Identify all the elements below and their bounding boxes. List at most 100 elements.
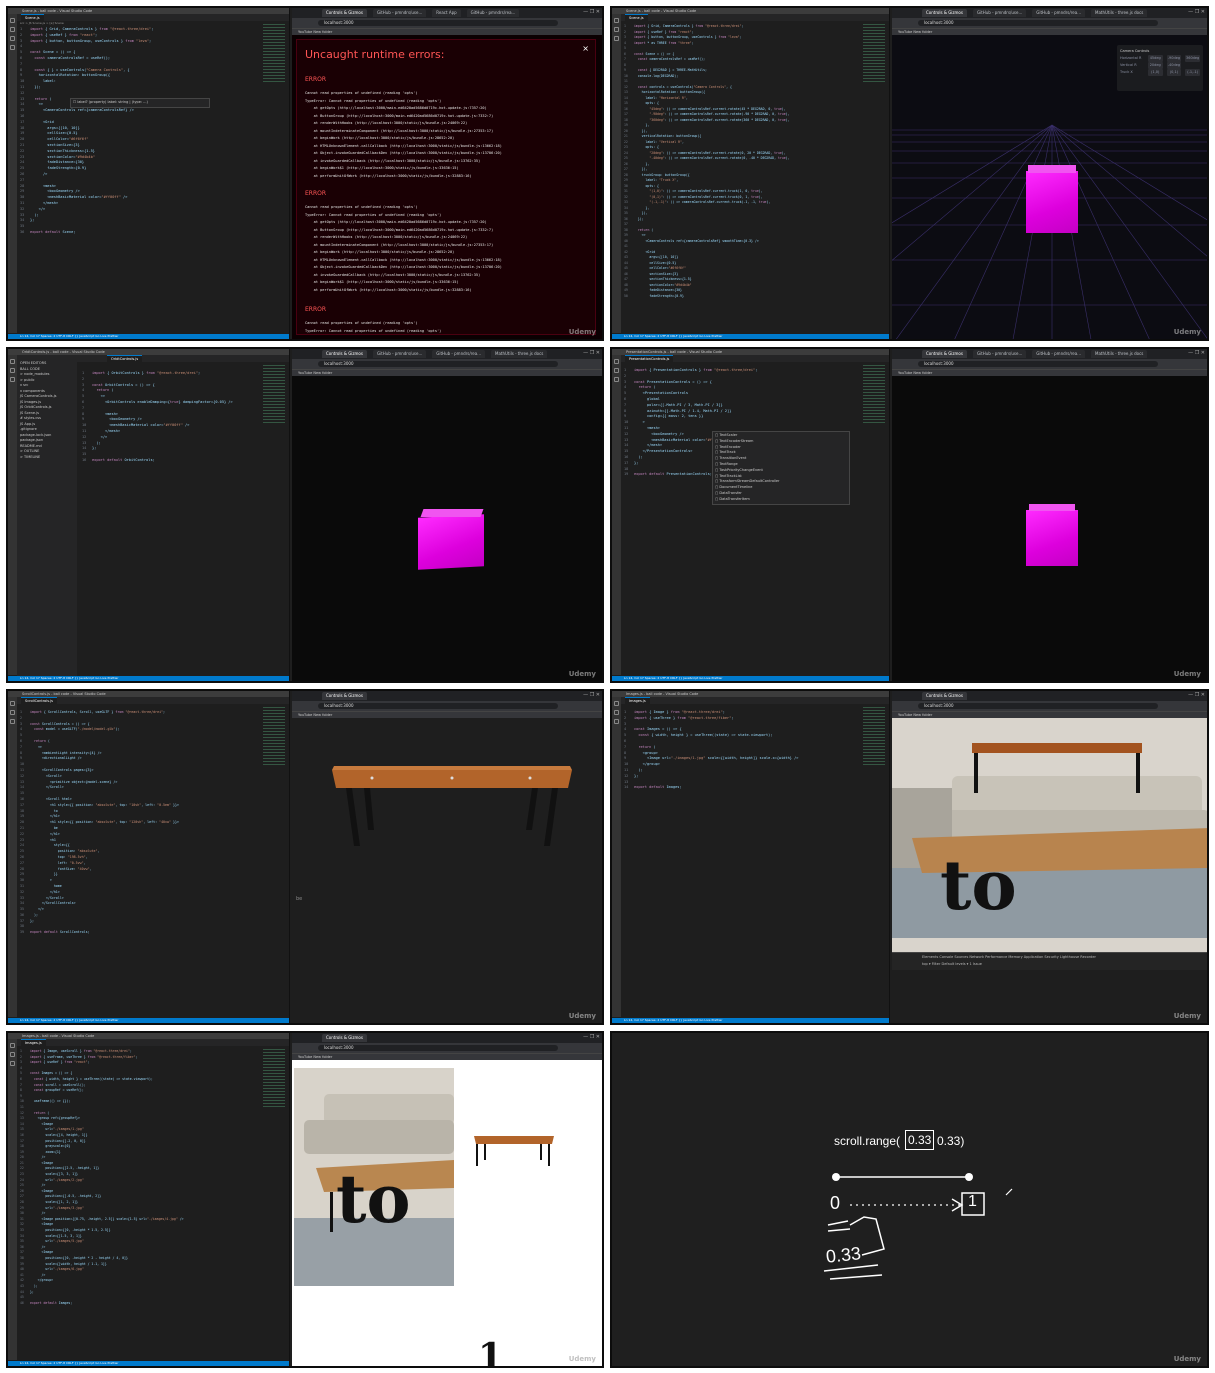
source-control-icon[interactable] <box>614 36 619 41</box>
source-control-icon[interactable] <box>10 1061 15 1066</box>
browser-tab[interactable]: Controls & Gizmos <box>322 692 367 700</box>
devtools-tabs[interactable]: Elements Console Sources Network Perform… <box>922 955 1177 959</box>
leva-button[interactable]: (1,0) <box>1147 69 1163 76</box>
bookmarks-bar[interactable]: YouTube New folder <box>292 28 602 35</box>
code-line[interactable]: 36 export default Scene; <box>20 230 259 236</box>
window-controls[interactable]: — ❐ ✕ <box>583 9 600 15</box>
code-line[interactable]: 46 export default Images; <box>20 1301 259 1307</box>
explorer-icon[interactable] <box>10 701 15 706</box>
window-controls[interactable]: — ❐ ✕ <box>1188 692 1205 698</box>
browser-tab[interactable]: MathUtils - three.js docs <box>491 350 548 358</box>
minimap[interactable] <box>863 365 885 425</box>
url-field[interactable]: localhost:3000 <box>318 361 558 367</box>
autocomplete-list[interactable]: ▢ TextScaler ▢ TextEncoderStream ▢ TextEnc… <box>712 431 850 505</box>
bookmarks-bar[interactable]: YouTube New folder <box>892 28 1207 35</box>
window-controls[interactable]: — ❐ ✕ <box>1188 9 1205 15</box>
tab-images-js[interactable]: Images.js <box>625 697 650 704</box>
browser-tab[interactable]: GitHub - pmndrs/rea... <box>1032 350 1085 358</box>
window-controls[interactable]: — ❐ ✕ <box>583 1034 600 1040</box>
code-editor[interactable]: 1 import { Grid, CameraControls } from "@… <box>624 24 859 299</box>
leva-button[interactable]: 45deg <box>1147 55 1163 62</box>
bookmarks-bar[interactable]: YouTube New folder <box>292 711 602 718</box>
url-field[interactable]: localhost:3000 <box>318 1045 558 1051</box>
browser-tab[interactable]: MathUtils - three.js docs <box>1091 350 1148 358</box>
suggestion-item[interactable]: ▢ DataTransferItem <box>715 497 847 503</box>
browser-tab[interactable]: Controls & Gizmos <box>922 692 967 700</box>
tab-scene-js[interactable]: Scene.js <box>625 14 648 21</box>
leva-button[interactable]: 20deg <box>1147 62 1163 69</box>
explorer-icon[interactable] <box>10 18 15 23</box>
leva-button[interactable]: -40deg <box>1166 62 1182 69</box>
source-control-icon[interactable] <box>10 719 15 724</box>
browser-tab[interactable]: React App <box>432 9 461 17</box>
minimap[interactable] <box>263 24 285 84</box>
browser-tab[interactable]: Controls & Gizmos <box>922 350 967 358</box>
browser-tab[interactable]: GitHub - pmndrs/rea... <box>432 350 485 358</box>
browser-tab[interactable]: GitHub - pmndrs/use... <box>972 9 1027 17</box>
minimap[interactable] <box>263 365 285 425</box>
browser-tab[interactable]: GitHub - pmndrs/use... <box>372 350 427 358</box>
url-field[interactable]: localhost:3000 <box>318 20 558 26</box>
source-control-icon[interactable] <box>614 377 619 382</box>
bookmarks-bar[interactable]: YouTube New folder <box>292 1053 602 1060</box>
explorer-icon[interactable] <box>614 359 619 364</box>
code-line[interactable]: 6 <OrbitControls enableDamping={true} da… <box>82 400 259 406</box>
browser-tab[interactable]: Controls & Gizmos <box>322 350 367 358</box>
three-canvas[interactable]: to 1 Udemy <box>292 1060 602 1366</box>
window-controls[interactable]: — ❐ ✕ <box>583 692 600 698</box>
code-line[interactable]: 16 export default OrbitControls; <box>82 458 259 464</box>
search-icon[interactable] <box>614 368 619 373</box>
minimap[interactable] <box>863 707 885 767</box>
three-canvas[interactable]: Udemy <box>292 376 602 681</box>
browser-tab[interactable]: GitHub - pmndrs/use... <box>372 9 427 17</box>
three-canvas[interactable]: be Udemy <box>292 718 602 1023</box>
tab-scroll-controls[interactable]: ScrollControls.js <box>21 697 57 704</box>
explorer-icon[interactable] <box>614 701 619 706</box>
bookmarks-bar[interactable]: YouTube New folder <box>892 711 1207 718</box>
code-editor[interactable]: 1 import { Grid, CameraControls } from "@… <box>20 27 259 236</box>
three-canvas[interactable]: to Elements Console Sources Network Perf… <box>892 718 1207 1023</box>
explorer-icon[interactable] <box>614 18 619 23</box>
devtools-filter[interactable]: top ▾ Filter Default levels ▾ 1 Issue <box>922 962 1177 966</box>
leva-button[interactable]: 360deg <box>1185 55 1200 62</box>
window-controls[interactable]: — ❐ ✕ <box>1188 350 1205 356</box>
minimap[interactable] <box>263 707 285 767</box>
tab-presentation-controls[interactable]: PresentationControls.js <box>625 355 674 362</box>
search-icon[interactable] <box>614 710 619 715</box>
search-icon[interactable] <box>10 27 15 32</box>
browser-tab[interactable]: Controls & Gizmos <box>322 9 367 17</box>
leva-button[interactable] <box>1185 62 1200 69</box>
tab-images-js[interactable]: Images.js <box>21 1039 46 1046</box>
code-line[interactable]: 14 export default Images; <box>624 785 859 791</box>
minimap[interactable] <box>863 24 885 84</box>
devtools-console[interactable] <box>892 970 1207 1023</box>
explorer-item[interactable]: > TIMELINE <box>20 455 74 461</box>
source-control-icon[interactable] <box>10 377 15 382</box>
explorer-icon[interactable] <box>10 1043 15 1048</box>
url-field[interactable]: localhost:3000 <box>318 703 558 709</box>
bookmarks-bar[interactable]: YouTube New folder <box>892 369 1207 376</box>
browser-tab[interactable]: MathUtils - three.js docs <box>1091 9 1148 17</box>
search-icon[interactable] <box>10 368 15 373</box>
tab-orbit-controls[interactable]: OrbitControls.js <box>107 355 143 362</box>
code-line[interactable]: 50 fadeStrength={0.9} <box>624 294 859 300</box>
devtools-panel[interactable]: Elements Console Sources Network Perform… <box>892 952 1207 970</box>
code-line[interactable]: 39 export default ScrollControls; <box>20 930 259 936</box>
code-editor[interactable]: 1 import { OrbitControls } from "@react-t… <box>82 371 259 464</box>
bookmarks-bar[interactable]: YouTube New folder <box>292 369 602 376</box>
source-control-icon[interactable] <box>614 719 619 724</box>
code-editor[interactable]: 1 import { Image, useScroll } from "@reac… <box>20 1049 259 1306</box>
file-explorer[interactable]: OPEN EDITORS BALL CODE > node_modules > pub… <box>17 355 77 676</box>
code-editor[interactable]: 1 import { ScrollControls, Scroll, useGLT… <box>20 710 259 936</box>
browser-tab[interactable]: GitHub - pmndrs/rea... <box>1032 9 1085 17</box>
leva-button[interactable]: (0,1) <box>1166 69 1182 76</box>
explorer-icon[interactable] <box>10 359 15 364</box>
browser-tab[interactable]: Controls & Gizmos <box>322 1034 367 1042</box>
search-icon[interactable] <box>10 710 15 715</box>
search-icon[interactable] <box>10 1052 15 1057</box>
three-canvas[interactable]: Camera Controls Horizontal R 45deg -90deg 3… <box>892 35 1207 339</box>
close-icon[interactable]: × <box>582 44 589 53</box>
leva-panel[interactable]: Camera Controls Horizontal R 45deg -90deg 3… <box>1117 45 1203 91</box>
tab-scene-js[interactable]: Scene.js <box>21 14 44 21</box>
url-field[interactable]: localhost:3000 <box>918 361 1158 367</box>
